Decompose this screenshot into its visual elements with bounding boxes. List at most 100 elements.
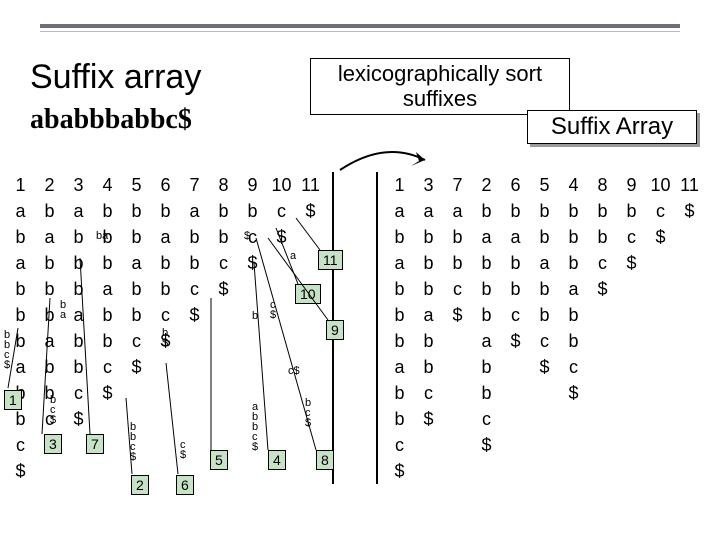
table-cell: b — [385, 302, 414, 328]
table-cell — [180, 328, 209, 354]
table-cell: b — [588, 198, 617, 224]
table-cell — [501, 432, 530, 458]
header-rule — [40, 24, 680, 32]
table-cell: b — [122, 198, 151, 224]
table-cell — [209, 406, 238, 432]
table-cell: c — [209, 250, 238, 276]
table-cell: b — [385, 380, 414, 406]
table-cell — [238, 276, 267, 302]
table-cell: $ — [93, 380, 122, 406]
table-cell: $ — [646, 224, 675, 250]
table-cell — [151, 432, 180, 458]
table-cell: a — [472, 328, 501, 354]
table-cell: $ — [617, 250, 646, 276]
table-cell: b — [93, 302, 122, 328]
table-cell — [443, 354, 472, 380]
trie-text: b b c $ — [130, 422, 136, 462]
table-cell — [530, 380, 559, 406]
table-cell: $ — [559, 380, 588, 406]
column-header: 4 — [93, 172, 122, 198]
leaf-badge-10: 10 — [295, 284, 321, 304]
table-cell: $ — [414, 406, 443, 432]
table-cell — [296, 224, 325, 250]
column-header: 11 — [296, 172, 325, 198]
table-cell — [588, 302, 617, 328]
table-cell: c — [122, 328, 151, 354]
table-cell — [646, 432, 675, 458]
table-cell — [267, 380, 296, 406]
trie-text: a — [290, 250, 296, 262]
table-cell — [675, 302, 704, 328]
table-cell: a — [151, 224, 180, 250]
table-cell — [180, 406, 209, 432]
table-cell: b — [501, 276, 530, 302]
table-cell — [675, 380, 704, 406]
table-cell — [617, 328, 646, 354]
table-cell — [238, 328, 267, 354]
suffix-array-label-box: Suffix Array — [527, 110, 697, 144]
table-cell: b — [122, 224, 151, 250]
table-cell — [617, 276, 646, 302]
table-cell — [443, 458, 472, 484]
leaf-badge-9: 9 — [326, 320, 344, 340]
table-cell — [617, 406, 646, 432]
table-cell: c — [559, 354, 588, 380]
arrow-icon — [335, 145, 435, 175]
table-cell — [588, 406, 617, 432]
table-cell: b — [151, 198, 180, 224]
table-cell: b — [443, 250, 472, 276]
table-cell: b — [530, 198, 559, 224]
table-cell: c — [385, 432, 414, 458]
table-cell — [296, 354, 325, 380]
table-cell: b — [122, 276, 151, 302]
table-cell: b — [93, 328, 122, 354]
table-cell: b — [180, 250, 209, 276]
trie-text: b b c $ — [4, 330, 10, 370]
table-cell — [267, 328, 296, 354]
table-cell — [501, 458, 530, 484]
leaf-badge-11: 11 — [318, 250, 343, 270]
table-cell — [209, 380, 238, 406]
table-cell: $ — [238, 250, 267, 276]
table-cell — [209, 328, 238, 354]
table-cell: b — [385, 276, 414, 302]
table-cell: a — [64, 302, 93, 328]
sorted-suffix-table: 1372654891011aaabbbbbbc$bbbaabbbc$abbbba… — [385, 172, 704, 484]
page-title: Suffix array — [30, 58, 201, 97]
column-header: 5 — [530, 172, 559, 198]
table-cell: c — [93, 354, 122, 380]
table-cell — [472, 458, 501, 484]
table-cell: b — [559, 224, 588, 250]
trie-text: $ — [244, 230, 250, 242]
table-cell — [93, 406, 122, 432]
column-header: 1 — [6, 172, 35, 198]
table-cell: b — [530, 276, 559, 302]
table-cell — [122, 432, 151, 458]
table-cell — [675, 406, 704, 432]
table-cell: b — [414, 276, 443, 302]
table-cell: b — [180, 224, 209, 250]
table-cell — [559, 458, 588, 484]
table-cell — [151, 406, 180, 432]
trie-text: a b b c $ — [252, 402, 258, 452]
table-cell: a — [559, 276, 588, 302]
note-box: lexicographically sort suffixes — [310, 58, 570, 115]
table-cell: a — [443, 198, 472, 224]
leaf-badge-4: 4 — [268, 450, 286, 470]
note-line1: lexicographically sort — [317, 61, 563, 86]
table-cell — [180, 354, 209, 380]
table-cell: a — [385, 198, 414, 224]
table-cell: b — [559, 302, 588, 328]
column-header: 4 — [559, 172, 588, 198]
table-cell: b — [472, 380, 501, 406]
table-cell: b — [151, 250, 180, 276]
table-cell — [646, 406, 675, 432]
table-cell: b — [385, 224, 414, 250]
table-cell: a — [6, 250, 35, 276]
table-cell: a — [64, 198, 93, 224]
table-cell: $ — [64, 406, 93, 432]
table-cell: b — [6, 224, 35, 250]
table-cell: c — [180, 276, 209, 302]
leaf-badge-6: 6 — [176, 475, 194, 495]
table-cell — [151, 380, 180, 406]
